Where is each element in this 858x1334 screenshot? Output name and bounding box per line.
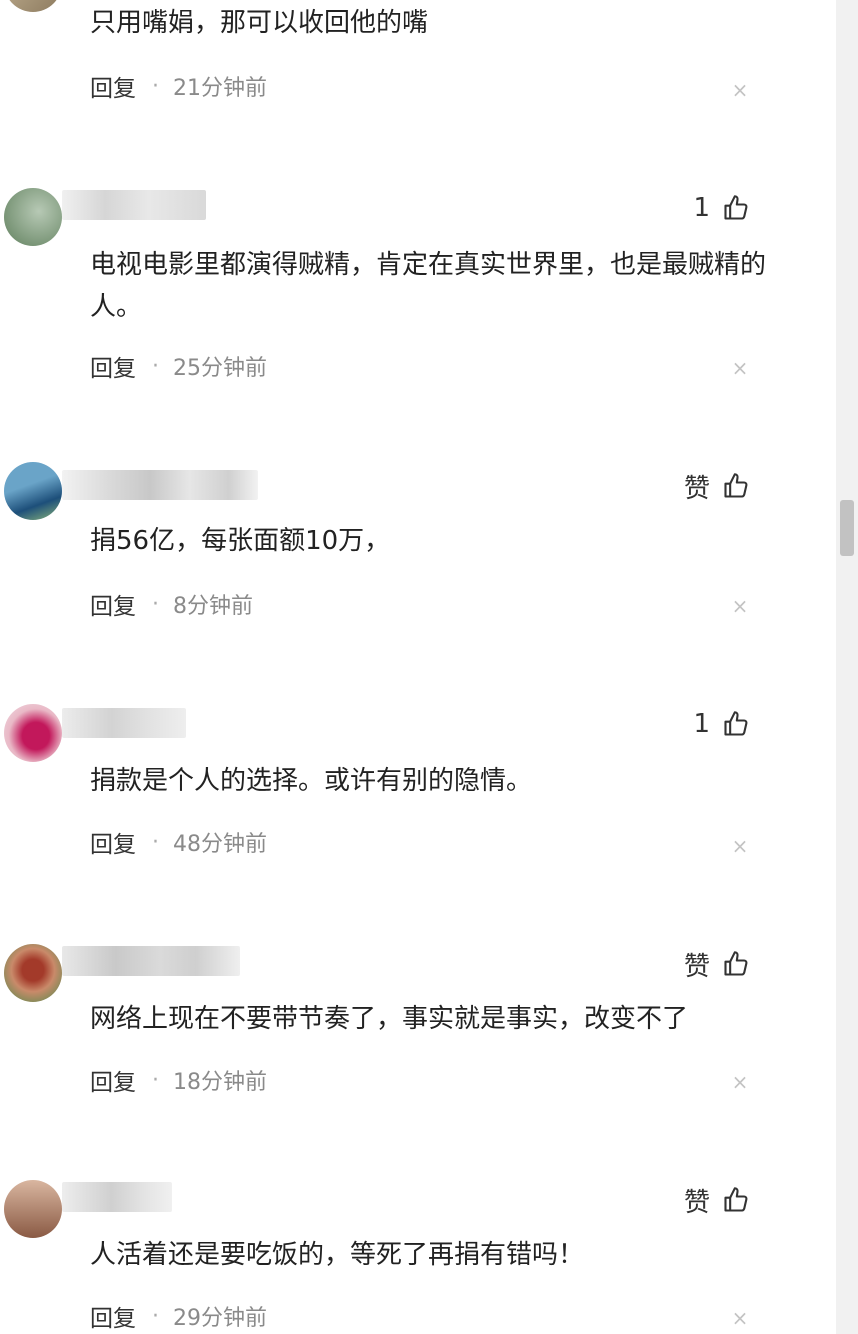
scrollbar[interactable] [836, 0, 858, 1334]
thumbs-up-icon [722, 950, 750, 978]
like-count: 赞 [683, 473, 710, 504]
username-blurred[interactable] [62, 470, 258, 500]
comment-time: 29分钟前 [173, 1306, 267, 1331]
reply-button[interactable]: 回复 [90, 349, 136, 383]
comment-list-page: 只用嘴娟，那可以收回他的嘴 回复 · 21分钟前 × 1 电视电影里都演得贼精，… [0, 0, 858, 1334]
comment-meta: 回复 · 48分钟前 [90, 822, 267, 862]
close-icon[interactable]: × [726, 1304, 754, 1332]
close-icon[interactable]: × [726, 354, 754, 382]
comment-content: 电视电影里都演得贼精，肯定在真实世界里，也是最贼精的人。 [90, 250, 767, 322]
separator-dot: · [152, 591, 159, 617]
like-button[interactable]: 赞 [684, 944, 750, 984]
comment-content: 只用嘴娟，那可以收回他的嘴 [90, 8, 429, 38]
comment-time: 25分钟前 [173, 356, 267, 381]
avatar[interactable] [4, 1180, 62, 1238]
username-blurred[interactable] [62, 708, 186, 738]
close-icon[interactable]: × [726, 76, 754, 104]
scrollbar-thumb[interactable] [840, 500, 854, 556]
reply-button[interactable]: 回复 [90, 825, 136, 859]
thumbs-up-icon [722, 710, 750, 738]
comment-content: 捐56亿，每张面额10万， [90, 526, 391, 556]
avatar[interactable] [4, 462, 62, 520]
like-count: 1 [693, 709, 710, 739]
like-button[interactable]: 赞 [684, 466, 750, 506]
username-blurred[interactable] [62, 1182, 172, 1212]
comment-time: 18分钟前 [173, 1070, 267, 1095]
close-icon[interactable]: × [726, 592, 754, 620]
separator-dot: · [152, 829, 159, 855]
reply-button[interactable]: 回复 [90, 1063, 136, 1097]
comment-meta: 回复 · 18分钟前 [90, 1060, 267, 1100]
thumbs-up-icon [722, 1186, 750, 1214]
like-count: 赞 [683, 1187, 710, 1218]
reply-button[interactable]: 回复 [90, 69, 136, 103]
comment-time: 21分钟前 [173, 76, 267, 101]
close-icon[interactable]: × [726, 832, 754, 860]
comment-content: 捐款是个人的选择。或许有别的隐情。 [90, 766, 533, 796]
like-count: 1 [693, 193, 710, 223]
comment-meta: 回复 · 25分钟前 [90, 346, 267, 386]
like-button[interactable]: 1 [693, 704, 750, 744]
comment-content: 网络上现在不要带节奏了，事实就是事实，改变不了 [90, 1004, 689, 1034]
reply-button[interactable]: 回复 [90, 587, 136, 621]
avatar[interactable] [4, 0, 62, 12]
comment-time: 48分钟前 [173, 832, 267, 857]
separator-dot: · [152, 1303, 159, 1329]
comment-meta: 回复 · 29分钟前 [90, 1296, 267, 1334]
comment-meta: 回复 · 21分钟前 [90, 66, 267, 106]
thumbs-up-icon [722, 194, 750, 222]
like-button[interactable]: 1 [693, 188, 750, 228]
comment-time: 8分钟前 [173, 594, 253, 619]
comment-meta: 回复 · 8分钟前 [90, 584, 253, 624]
avatar[interactable] [4, 188, 62, 246]
like-count: 赞 [683, 951, 710, 982]
separator-dot: · [152, 73, 159, 99]
separator-dot: · [152, 1067, 159, 1093]
avatar[interactable] [4, 944, 62, 1002]
username-blurred[interactable] [62, 190, 206, 220]
username-blurred[interactable] [62, 946, 240, 976]
thumbs-up-icon [722, 472, 750, 500]
reply-button[interactable]: 回复 [90, 1299, 136, 1333]
avatar[interactable] [4, 704, 62, 762]
close-icon[interactable]: × [726, 1068, 754, 1096]
like-button[interactable]: 赞 [684, 1180, 750, 1220]
separator-dot: · [152, 353, 159, 379]
comment-content: 人活着还是要吃饭的，等死了再捐有错吗！ [90, 1240, 585, 1270]
